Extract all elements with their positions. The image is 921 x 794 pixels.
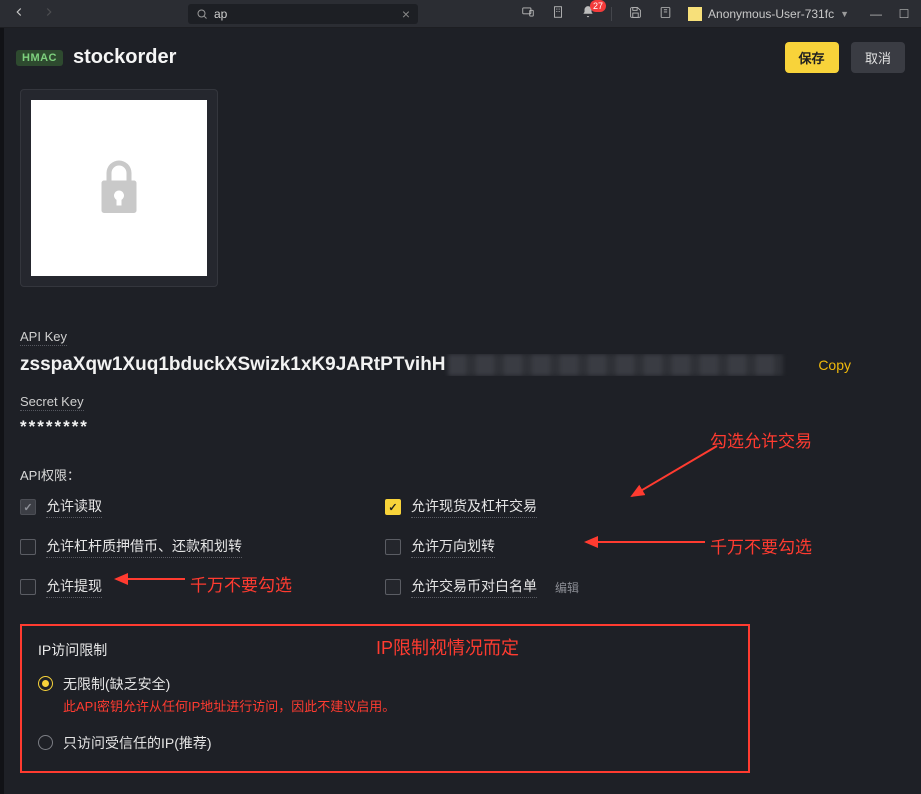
ip-restriction-box: IP访问限制 IP限制视情况而定 无限制(缺乏安全) 此API密钥允许从任何IP… [20,624,750,773]
search-icon [196,8,208,20]
ip-option-trusted[interactable]: 只访问受信任的IP(推荐) [38,733,732,753]
perm-read: 允许读取 [20,496,355,518]
save-button[interactable]: 保存 [785,42,839,73]
building-icon[interactable] [547,5,569,22]
api-key-label: API Key [20,329,67,346]
hmac-badge: HMAC [16,50,63,66]
checkbox-spot-margin[interactable] [385,499,401,515]
window-minimize-button[interactable]: — [867,7,885,21]
checkbox-withdraw[interactable] [20,579,36,595]
secret-key-label: Secret Key [20,394,84,411]
search-field[interactable]: × [188,4,418,24]
api-key-value: zsspaXqw1Xuq1bduckXSwizk1xK9JARtPTvihH [20,354,800,376]
radio-unrestricted[interactable] [38,676,53,691]
nav-forward-icon [38,5,60,22]
devices-icon[interactable] [517,5,539,22]
window-maximize-button[interactable]: ☐ [895,7,913,21]
search-clear-icon[interactable]: × [402,6,410,22]
checkbox-whitelist[interactable] [385,579,401,595]
checkbox-margin-transfer[interactable] [20,539,36,555]
radio-trusted[interactable] [38,735,53,750]
notification-badge: 27 [590,0,606,12]
perm-withdraw[interactable]: 允许提现 [20,576,355,598]
annotation-never-1: 千万不要勾选 [710,533,812,558]
secret-key-value: ******** [20,417,901,437]
user-menu[interactable]: Anonymous-User-731fc ▼ [684,7,853,21]
search-input[interactable] [214,7,396,21]
bookmark-icon[interactable] [654,6,676,22]
checkbox-universal-transfer[interactable] [385,539,401,555]
nav-back-icon[interactable] [8,5,30,22]
perm-universal-transfer[interactable]: 允许万向划转 [385,536,720,558]
api-key-redacted [448,354,783,376]
avatar-icon [688,7,702,21]
user-label: Anonymous-User-731fc [708,7,834,21]
copy-button[interactable]: Copy [818,357,901,373]
title-bar: × 27 Anonymous-User-731fc ▼ — ☐ [0,0,921,28]
bell-icon[interactable]: 27 [577,5,599,22]
permissions-title: API权限： [20,465,901,484]
ip-option-unrestricted[interactable]: 无限制(缺乏安全) 此API密钥允许从任何IP地址进行访问，因此不建议启用。 [38,674,732,715]
annotation-ip: IP限制视情况而定 [376,634,519,660]
page-title: stockorder [73,46,176,69]
perm-whitelist[interactable]: 允许交易币对白名单 编辑 [385,576,720,598]
perm-spot-margin[interactable]: 允许现货及杠杆交易 [385,496,720,518]
ip-warning-text: 此API密钥允许从任何IP地址进行访问，因此不建议启用。 [63,696,395,715]
lock-icon [89,153,149,223]
cancel-button[interactable]: 取消 [851,42,905,73]
edit-whitelist-link[interactable]: 编辑 [555,579,579,596]
save-disk-icon[interactable] [624,6,646,22]
chevron-down-icon: ▼ [840,9,849,19]
checkbox-read [20,499,36,515]
qr-placeholder [20,89,218,287]
perm-margin-transfer[interactable]: 允许杠杆质押借币、还款和划转 [20,536,355,558]
